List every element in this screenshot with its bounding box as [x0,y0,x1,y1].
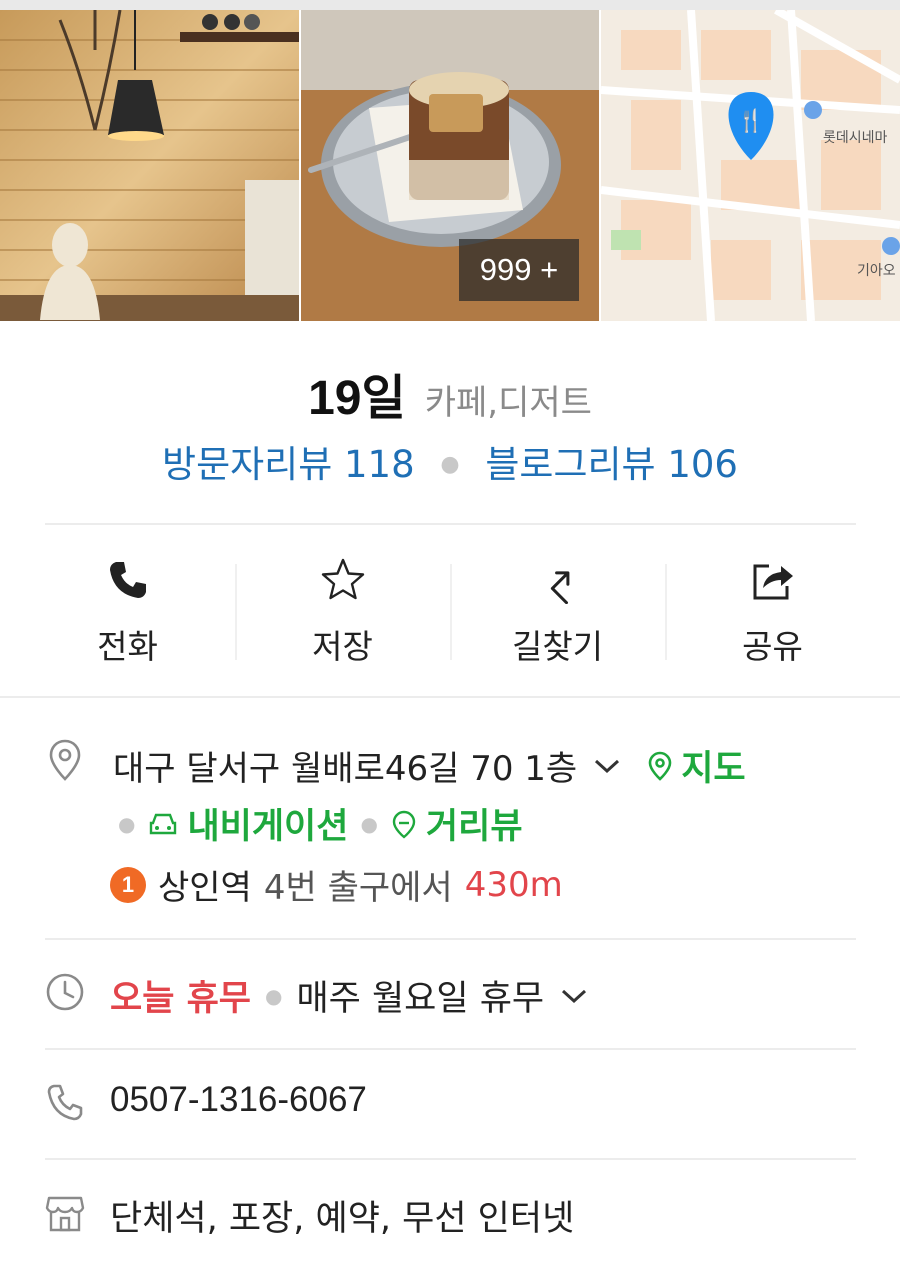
subway-distance: 430m [464,864,563,905]
place-title-row: 19일 카페,디저트 [0,358,900,428]
store-icon [45,1196,85,1232]
dessert-photo[interactable]: 999 + [301,10,599,321]
separator-dot: ● [265,983,283,1008]
directions-label: 길찾기 [511,627,604,666]
car-icon [150,813,177,834]
clock-icon [46,973,84,1011]
subway-info: 1 상인역 4번 출구에서 430m [110,860,563,909]
visitor-reviews-link[interactable]: 방문자리뷰 118 [162,443,415,486]
separator-dot: ● [118,811,136,836]
chevron-down-icon[interactable] [560,986,588,1006]
phone-icon [109,562,146,598]
subway-exit: 4번 출구에서 [263,868,453,908]
review-links: 방문자리뷰 118 ● 블로그리뷰 106 [0,434,900,488]
interior-photo[interactable] [0,10,299,321]
streetview-icon [392,810,416,839]
streetview-link[interactable]: 거리뷰 [390,798,523,849]
directions-button[interactable]: 길찾기 [450,548,665,668]
call-button[interactable]: 전화 [20,548,235,668]
share-label: 공유 [742,627,803,666]
photo-count-badge[interactable]: 999 + [459,239,579,301]
action-bar: 전화 저장 길찾기 공유 [20,548,880,668]
separator-dot: ● [360,811,378,836]
address-text: 대구 달서구 월배로46길 70 1층 [113,749,578,789]
photo-gallery[interactable]: 999 + 🍴 롯데시네마 기아오 [0,10,900,321]
phone-outline-icon [47,1084,83,1121]
svg-text:🍴: 🍴 [737,108,764,134]
save-button[interactable]: 저장 [235,548,450,668]
save-label: 저장 [312,627,373,666]
map-link[interactable]: 지도 [647,740,746,791]
navigation-link[interactable]: 내비게이션 [147,798,348,849]
subway-line-badge: 1 [110,866,146,903]
place-category: 카페,디저트 [424,383,592,423]
divider [45,938,856,940]
divider [45,1048,856,1050]
navigation-label: 내비게이션 [187,807,349,847]
weekly-closure: 매주 월요일 휴무 [296,979,545,1019]
divider [45,1158,856,1160]
share-icon [753,564,793,600]
business-hours-row[interactable]: 오늘 휴무 ● 매주 월요일 휴무 [110,970,588,1021]
top-edge [0,0,900,10]
navigation-links: ● 내비게이션 ● 거리뷰 [106,798,523,849]
share-button[interactable]: 공유 [665,548,880,668]
place-name: 19일 [308,372,406,425]
section-divider [0,696,900,698]
map-label-kia: 기아오 [857,263,896,279]
separator-dot: ● [440,452,460,477]
map-label-lotte: 롯데시네마 [823,130,888,146]
map-pin-icon [648,751,672,781]
chevron-down-icon[interactable] [593,756,621,776]
star-icon [321,558,364,600]
subway-station: 상인역 [158,868,252,908]
directions-icon [550,571,569,604]
map-thumbnail[interactable]: 🍴 롯데시네마 기아오 [601,10,900,321]
phone-number[interactable]: 0507-1316-6067 [110,1080,367,1120]
divider [45,523,856,525]
streetview-label: 거리뷰 [425,807,523,847]
location-pin-icon [49,739,81,781]
map-link-label: 지도 [681,749,746,789]
blog-reviews-link[interactable]: 블로그리뷰 106 [485,443,738,486]
facilities-text: 단체석, 포장, 예약, 무선 인터넷 [110,1199,575,1239]
address-row: 대구 달서구 월배로46길 70 1층 지도 [113,740,746,791]
call-label: 전화 [97,627,158,666]
today-status: 오늘 휴무 [110,979,251,1019]
